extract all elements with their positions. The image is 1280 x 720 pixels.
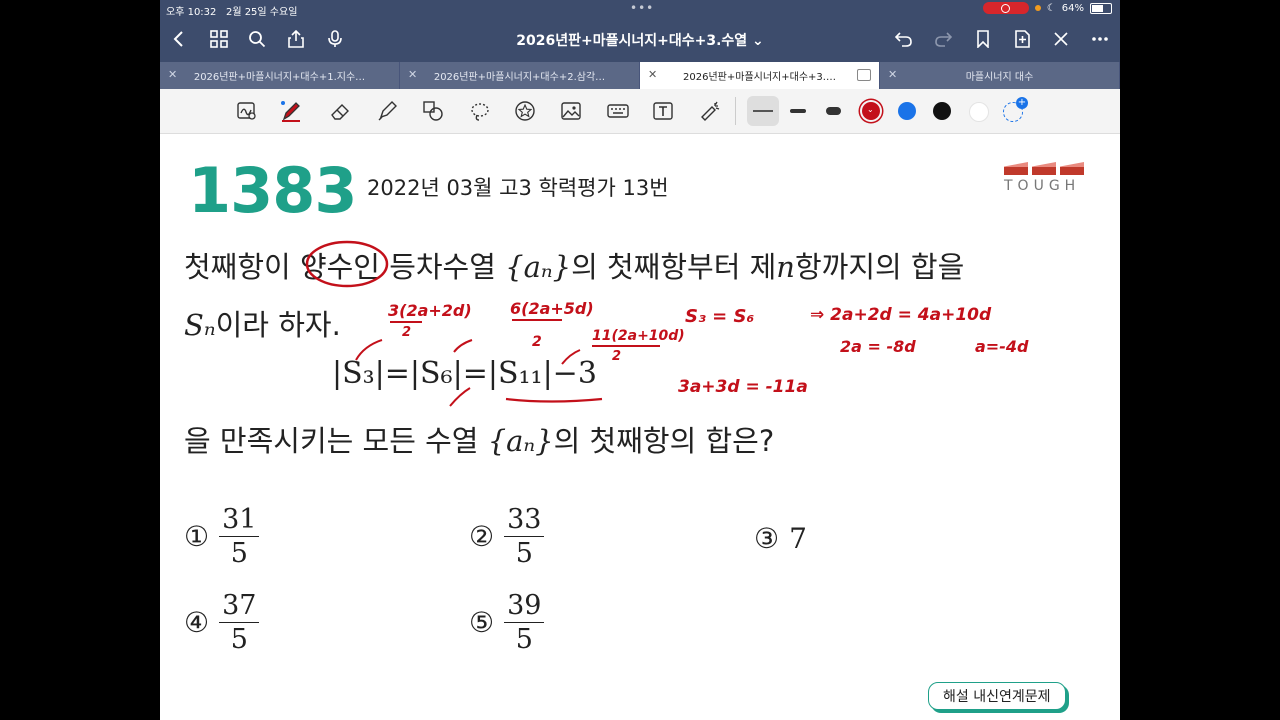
close-tab-icon[interactable]: ✕ [408, 68, 417, 81]
highlighter-tool[interactable] [374, 98, 400, 124]
condition-equation: |S₃|=|S₆|=|S₁₁|−3 [332, 356, 597, 391]
laser-pointer-icon [701, 101, 720, 121]
ink-s3-formula: 3(2a+2d) [388, 301, 472, 320]
bookmark-icon [977, 30, 989, 48]
ink-s3-denominator: 2 [402, 325, 411, 340]
redo-button[interactable] [930, 26, 956, 52]
more-button[interactable] [1087, 26, 1113, 52]
difficulty-badge: TOUGH [1004, 162, 1086, 194]
status-date: 2월 25일 수요일 [225, 7, 298, 18]
pdf-page[interactable]: 1383 2022년 03월 고3 학력평가 13번 TOUGH 첫째항이 양수… [160, 134, 1120, 720]
screen-record-icon[interactable] [982, 2, 1029, 14]
ipad-screen: 오후 10:32 2월 25일 수요일 ••• ☾ 64% 2026년판+마플시… [160, 0, 1120, 720]
ink-equation-5: 3a+3d = -11a [678, 377, 808, 397]
close-button[interactable] [1048, 26, 1074, 52]
pen-tool[interactable] [278, 98, 304, 124]
annotation-toolbar: ⌄ + [160, 89, 1120, 134]
close-icon [1054, 32, 1068, 46]
battery-percent: 64% [1061, 2, 1084, 14]
ink-s11-denominator: 2 [612, 349, 621, 364]
lasso-icon [471, 103, 489, 121]
ink-s11-formula: 11(2a+10d) [592, 328, 685, 344]
shape-tool[interactable] [420, 98, 446, 124]
multitask-dots-icon[interactable]: ••• [630, 1, 654, 15]
tab-suyeol-2[interactable]: ✕ 2026년판+마플시너지+대수+2.삼각… [400, 62, 640, 89]
difficulty-bars-icon [1004, 162, 1086, 175]
stroke-medium-button[interactable] [785, 98, 811, 124]
choice-2[interactable]: ② 33 5 [469, 506, 545, 567]
shapes-icon [423, 101, 443, 121]
tab-suyeol-3[interactable]: ✕ 2026년판+마플시너지+대수+3.… [640, 62, 880, 89]
mic-indicator-icon [1034, 5, 1041, 11]
question-line-2: Sₙ이라 하자. [184, 308, 341, 342]
document-tabs: ✕ 2026년판+마플시너지+대수+1.지수… ✕ 2026년판+마플시너지+대… [160, 62, 1120, 89]
close-tab-icon[interactable]: ✕ [168, 68, 177, 81]
status-bar: 오후 10:32 2월 25일 수요일 ••• ☾ 64% [160, 0, 1120, 18]
question-line-3: 을 만족시키는 모든 수열 {aₙ}의 첫째항의 합은? [184, 424, 775, 458]
medium-stroke-icon [790, 109, 806, 113]
add-page-button[interactable] [1009, 26, 1035, 52]
text-box-icon [653, 102, 673, 120]
add-color-button[interactable]: + [1003, 97, 1028, 122]
choice-4[interactable]: ④ 37 5 [184, 592, 260, 653]
add-page-icon [1015, 30, 1030, 48]
color-blue-swatch[interactable] [898, 102, 916, 120]
pen-icon [281, 101, 300, 122]
ink-equation-1: S₃ = S₆ [685, 306, 754, 327]
tab-maple-synergy[interactable]: ✕ 마플시너지 대수 [880, 62, 1120, 89]
redo-icon [935, 32, 952, 47]
choice-3[interactable]: ③ 7 [754, 522, 807, 555]
sticker-tool[interactable] [512, 98, 538, 124]
moon-icon: ☾ [1046, 2, 1056, 14]
bookmark-button[interactable] [970, 26, 996, 52]
color-white-swatch[interactable] [969, 102, 989, 122]
close-tab-icon[interactable]: ✕ [888, 68, 897, 81]
eraser-tool[interactable] [327, 98, 353, 124]
keyboard-tool[interactable] [605, 98, 631, 124]
problem-number: 1383 [188, 154, 358, 227]
handwriting-search-icon [237, 102, 256, 120]
chevron-down-icon: ⌄ [867, 105, 874, 114]
problem-source: 2022년 03월 고3 학력평가 13번 [367, 176, 669, 200]
more-icon [1092, 37, 1108, 41]
lasso-tool[interactable] [467, 98, 493, 124]
navigation-bar: 2026년판+마플시너지+대수+3.수열 ⌄ [160, 18, 1120, 62]
image-icon [561, 102, 581, 120]
question-line-1: 첫째항이 양수인 등차수열 {aₙ}의 첫째항부터 제n항까지의 합을 [184, 250, 965, 284]
split-view-icon[interactable] [857, 69, 871, 81]
laser-pointer-tool[interactable] [697, 98, 723, 124]
choice-5[interactable]: ⑤ 39 5 [469, 592, 545, 653]
ink-s6-formula: 6(2a+5d) [510, 299, 594, 318]
ink-equation-3: 2a = -8d [840, 337, 916, 356]
choice-1[interactable]: ① 31 5 [184, 506, 260, 567]
ink-s6-denominator: 2 [532, 334, 542, 350]
text-tool[interactable] [650, 98, 676, 124]
solution-link-button[interactable]: 해설 내신연계문제 [928, 682, 1066, 710]
thick-stroke-icon [825, 107, 841, 115]
thin-stroke-icon [753, 110, 773, 112]
color-black-swatch[interactable] [933, 102, 951, 120]
close-tab-icon[interactable]: ✕ [648, 68, 657, 81]
star-sticker-icon [515, 101, 535, 121]
ink-equation-4: a=-4d [975, 337, 1029, 356]
battery-icon [1090, 2, 1112, 14]
stroke-thin-button[interactable] [747, 96, 779, 126]
plus-icon: + [1016, 97, 1028, 109]
stroke-thick-button[interactable] [820, 98, 846, 124]
keyboard-icon [607, 104, 629, 118]
undo-icon [895, 32, 912, 47]
tab-suyeol-1[interactable]: ✕ 2026년판+마플시너지+대수+1.지수… [160, 62, 400, 89]
highlighter-icon [378, 101, 397, 121]
status-time: 오후 10:32 [166, 7, 217, 18]
color-red-swatch[interactable]: ⌄ [862, 102, 880, 120]
ink-equation-2: ⇒ 2a+2d = 4a+10d [810, 305, 992, 325]
image-tool[interactable] [558, 98, 584, 124]
read-only-tool[interactable] [234, 98, 260, 124]
undo-button[interactable] [891, 26, 917, 52]
eraser-icon [331, 104, 349, 120]
